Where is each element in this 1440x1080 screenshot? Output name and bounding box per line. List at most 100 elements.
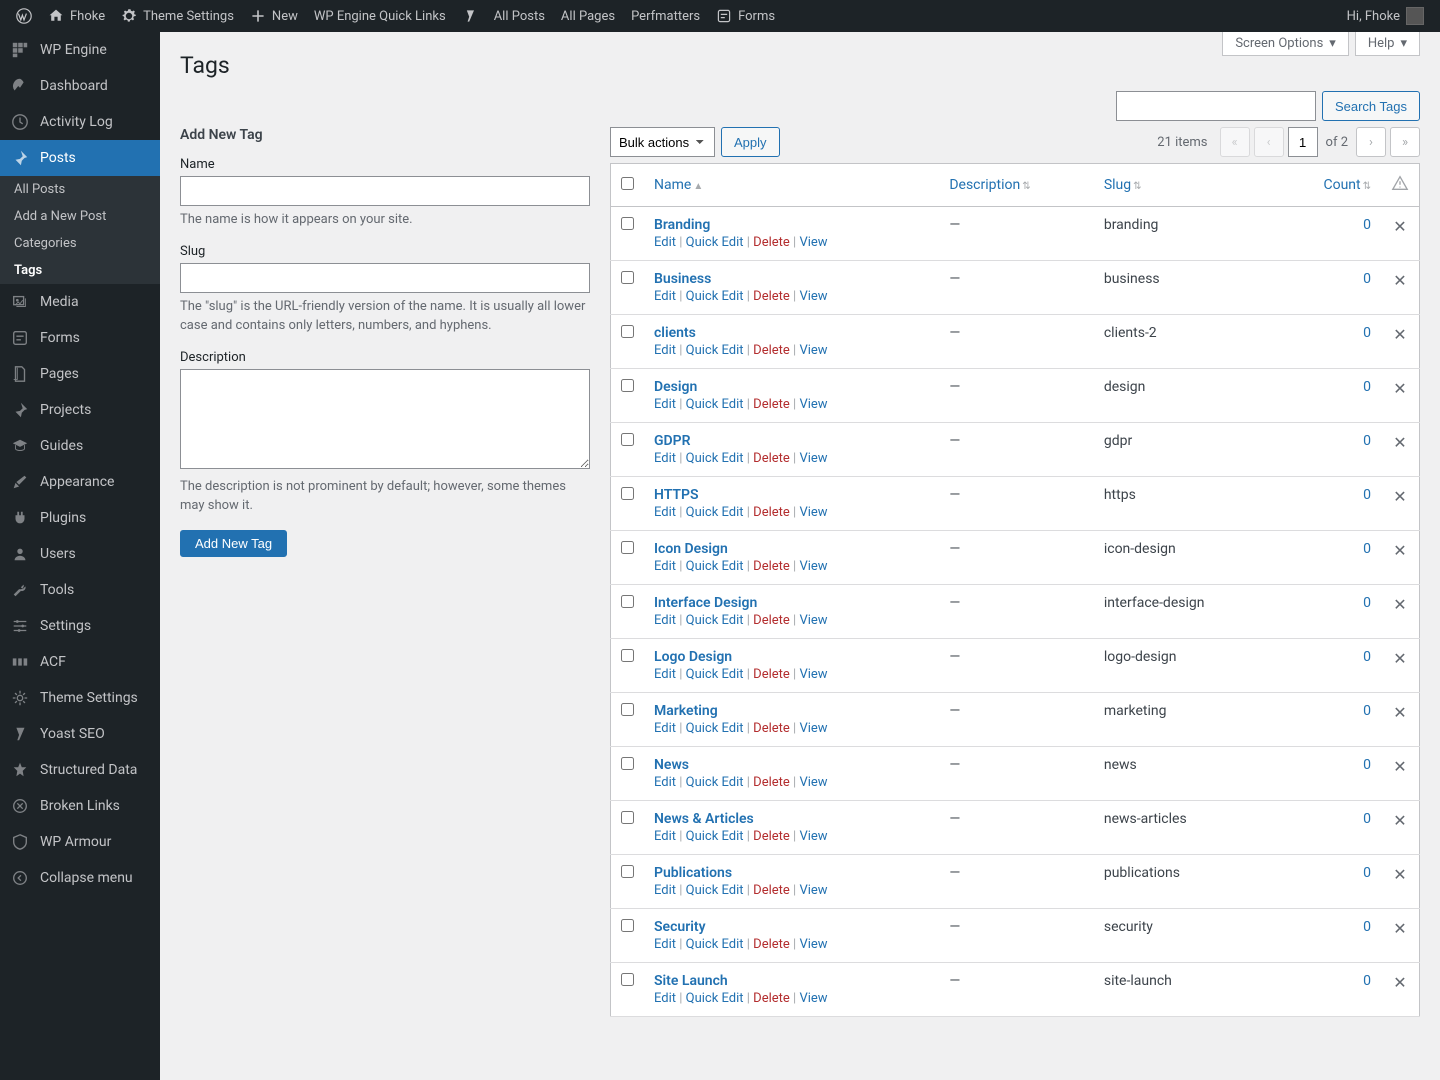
quick-edit-link[interactable]: Quick Edit [686,991,744,1006]
close-icon[interactable]: ✕ [1393,271,1406,290]
view-link[interactable]: View [799,613,827,628]
menu-plugins[interactable]: Plugins [0,500,160,536]
view-link[interactable]: View [799,721,827,736]
menu-pages[interactable]: Pages [0,356,160,392]
delete-link[interactable]: Delete [753,613,790,628]
menu-guides[interactable]: Guides [0,428,160,464]
screen-options-toggle[interactable]: Screen Options▾ [1222,32,1349,56]
tag-name-link[interactable]: Logo Design [654,649,732,665]
view-link[interactable]: View [799,991,827,1006]
close-icon[interactable]: ✕ [1393,703,1406,722]
close-icon[interactable]: ✕ [1393,973,1406,992]
wp-engine-quicklinks[interactable]: WP Engine Quick Links [306,0,454,32]
sub-add-post[interactable]: Add a New Post [0,203,160,230]
tag-name-link[interactable]: HTTPS [654,487,699,503]
row-checkbox[interactable] [621,703,634,716]
search-tags-button[interactable]: Search Tags [1322,91,1420,121]
tag-count-link[interactable]: 0 [1363,811,1371,827]
last-page-button[interactable]: » [1390,127,1420,157]
apply-button[interactable]: Apply [721,127,780,157]
quick-edit-link[interactable]: Quick Edit [686,505,744,520]
menu-collapse[interactable]: Collapse menu [0,860,160,896]
tag-name-link[interactable]: Publications [654,865,732,881]
close-icon[interactable]: ✕ [1393,379,1406,398]
quick-edit-link[interactable]: Quick Edit [686,559,744,574]
tag-count-link[interactable]: 0 [1363,919,1371,935]
delete-link[interactable]: Delete [753,397,790,412]
menu-acf[interactable]: ACF [0,644,160,680]
view-link[interactable]: View [799,397,827,412]
tag-count-link[interactable]: 0 [1363,487,1371,503]
tag-name-link[interactable]: Interface Design [654,595,757,611]
menu-broken-links[interactable]: Broken Links [0,788,160,824]
quick-edit-link[interactable]: Quick Edit [686,775,744,790]
row-checkbox[interactable] [621,919,634,932]
tag-name-input[interactable] [180,176,590,206]
tag-count-link[interactable]: 0 [1363,217,1371,233]
row-checkbox[interactable] [621,379,634,392]
wp-logo-menu[interactable] [8,0,40,32]
delete-link[interactable]: Delete [753,829,790,844]
new-content-menu[interactable]: New [242,0,306,32]
edit-link[interactable]: Edit [654,613,676,628]
delete-link[interactable]: Delete [753,883,790,898]
edit-link[interactable]: Edit [654,937,676,952]
menu-appearance[interactable]: Appearance [0,464,160,500]
view-link[interactable]: View [799,559,827,574]
menu-posts[interactable]: Posts [0,140,160,176]
site-name-menu[interactable]: Fhoke [40,0,113,32]
close-icon[interactable]: ✕ [1393,919,1406,938]
tag-count-link[interactable]: 0 [1363,595,1371,611]
delete-link[interactable]: Delete [753,343,790,358]
tag-count-link[interactable]: 0 [1363,271,1371,287]
delete-link[interactable]: Delete [753,721,790,736]
edit-link[interactable]: Edit [654,721,676,736]
view-link[interactable]: View [799,289,827,304]
close-icon[interactable]: ✕ [1393,487,1406,506]
view-link[interactable]: View [799,775,827,790]
delete-link[interactable]: Delete [753,451,790,466]
tag-name-link[interactable]: Site Launch [654,973,728,989]
col-count[interactable]: Count⇅ [1278,164,1381,207]
close-icon[interactable]: ✕ [1393,595,1406,614]
view-link[interactable]: View [799,937,827,952]
tag-name-link[interactable]: Business [654,271,711,287]
menu-projects[interactable]: Projects [0,392,160,428]
menu-tools[interactable]: Tools [0,572,160,608]
quick-edit-link[interactable]: Quick Edit [686,451,744,466]
col-slug[interactable]: Slug⇅ [1094,164,1278,207]
tag-count-link[interactable]: 0 [1363,649,1371,665]
all-pages-link[interactable]: All Pages [553,0,623,32]
first-page-button[interactable]: « [1220,127,1250,157]
tag-count-link[interactable]: 0 [1363,865,1371,881]
quick-edit-link[interactable]: Quick Edit [686,937,744,952]
quick-edit-link[interactable]: Quick Edit [686,235,744,250]
row-checkbox[interactable] [621,271,634,284]
quick-edit-link[interactable]: Quick Edit [686,397,744,412]
menu-wp-engine[interactable]: WP Engine [0,32,160,68]
tag-name-link[interactable]: News [654,757,689,773]
tag-description-input[interactable] [180,369,590,469]
view-link[interactable]: View [799,235,827,250]
menu-settings[interactable]: Settings [0,608,160,644]
my-account[interactable]: Hi, Fhoke [1339,0,1432,32]
close-icon[interactable]: ✕ [1393,433,1406,452]
tag-name-link[interactable]: GDPR [654,433,691,449]
edit-link[interactable]: Edit [654,559,676,574]
delete-link[interactable]: Delete [753,559,790,574]
view-link[interactable]: View [799,883,827,898]
row-checkbox[interactable] [621,649,634,662]
quick-edit-link[interactable]: Quick Edit [686,613,744,628]
menu-wp-armour[interactable]: WP Armour [0,824,160,860]
row-checkbox[interactable] [621,217,634,230]
row-checkbox[interactable] [621,595,634,608]
col-description[interactable]: Description⇅ [939,164,1094,207]
close-icon[interactable]: ✕ [1393,325,1406,344]
menu-users[interactable]: Users [0,536,160,572]
delete-link[interactable]: Delete [753,937,790,952]
view-link[interactable]: View [799,505,827,520]
tag-name-link[interactable]: Security [654,919,706,935]
edit-link[interactable]: Edit [654,343,676,358]
edit-link[interactable]: Edit [654,289,676,304]
current-page-input[interactable] [1288,127,1318,157]
